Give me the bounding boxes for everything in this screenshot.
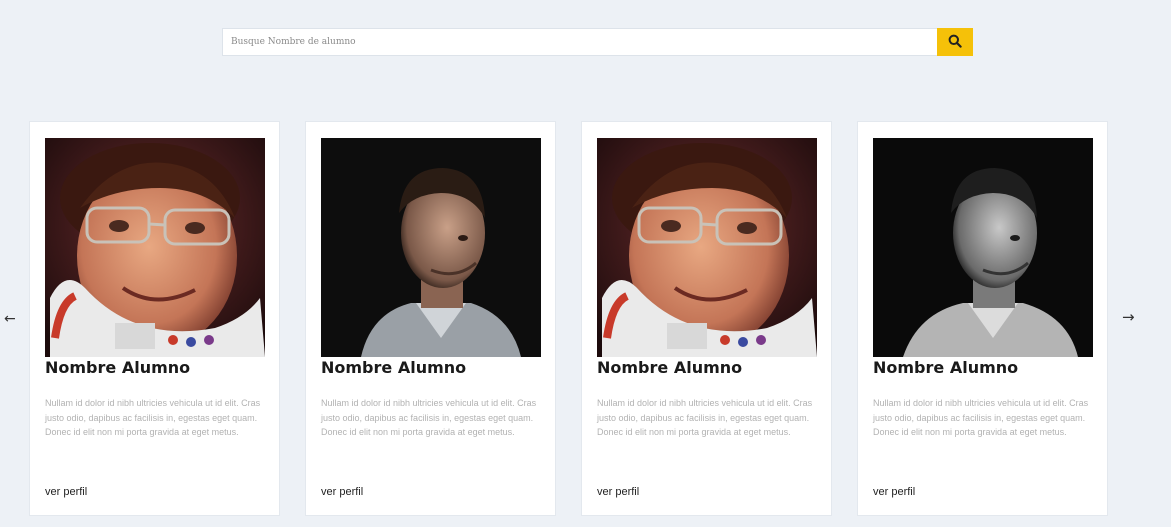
student-card: Nombre Alumno Nullam id dolor id nibh ul…: [581, 121, 832, 516]
student-photo: [321, 138, 541, 357]
student-photo: [45, 138, 265, 357]
view-profile-link[interactable]: ver perfil: [597, 486, 639, 498]
view-profile-link[interactable]: ver perfil: [321, 486, 363, 498]
student-name: Nombre Alumno: [321, 358, 467, 377]
search-button[interactable]: [937, 28, 973, 56]
search-icon: [948, 34, 962, 51]
view-profile-link[interactable]: ver perfil: [45, 486, 87, 498]
student-name: Nombre Alumno: [45, 358, 191, 377]
student-card: Nombre Alumno Nullam id dolor id nibh ul…: [305, 121, 556, 516]
student-card: Nombre Alumno Nullam id dolor id nibh ul…: [857, 121, 1108, 516]
student-description: Nullam id dolor id nibh ultricies vehicu…: [597, 398, 813, 437]
view-profile-link[interactable]: ver perfil: [873, 486, 915, 498]
carousel-prev-arrow[interactable]: ←: [4, 312, 16, 326]
search-bar: [222, 28, 973, 56]
student-description: Nullam id dolor id nibh ultricies vehicu…: [321, 398, 537, 437]
student-name: Nombre Alumno: [597, 358, 743, 377]
student-description: Nullam id dolor id nibh ultricies vehicu…: [873, 398, 1089, 437]
student-name: Nombre Alumno: [873, 358, 1019, 377]
search-input[interactable]: [222, 28, 937, 56]
student-photo: [597, 138, 817, 357]
student-description: Nullam id dolor id nibh ultricies vehicu…: [45, 398, 261, 437]
student-card: Nombre Alumno Nullam id dolor id nibh ul…: [29, 121, 280, 516]
carousel-next-arrow[interactable]: →: [1122, 310, 1135, 325]
student-photo: [873, 138, 1093, 357]
